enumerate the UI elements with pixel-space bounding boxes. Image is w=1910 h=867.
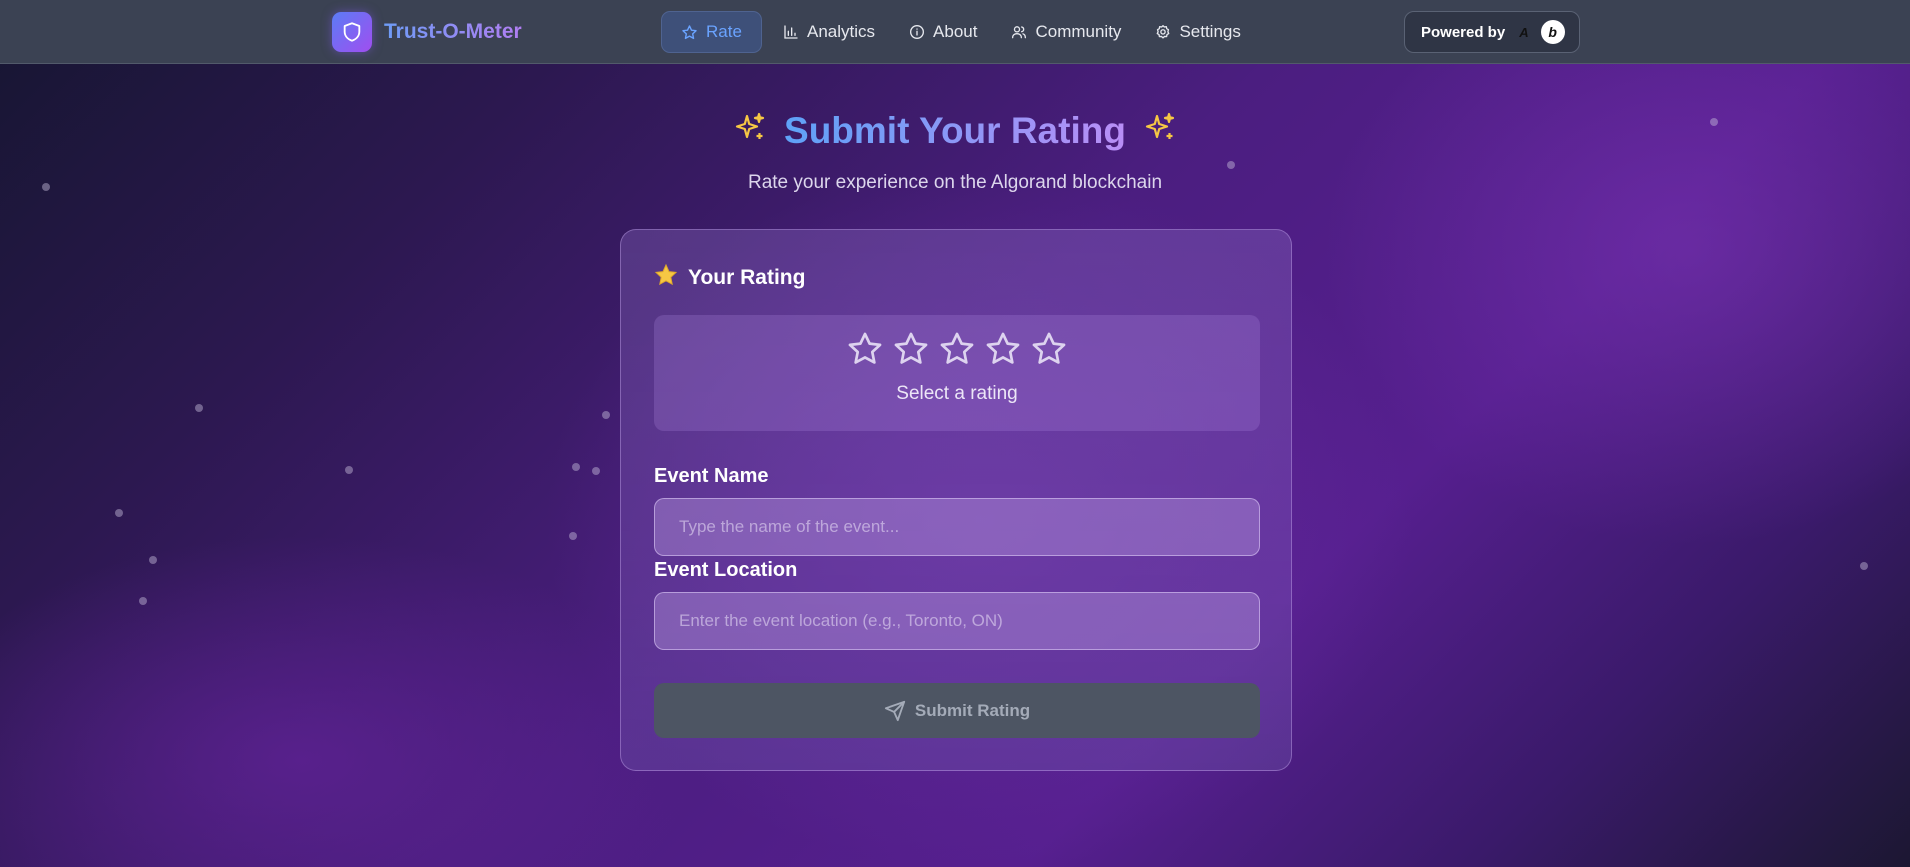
nav-label: About	[933, 22, 978, 41]
star-4-icon[interactable]	[984, 330, 1022, 368]
nav-item-settings[interactable]: Settings	[1138, 11, 1257, 53]
page-title: Submit Your Rating	[0, 108, 1910, 152]
nav-item-community[interactable]: Community	[994, 11, 1138, 53]
send-icon	[884, 700, 905, 721]
nav-label: Rate	[706, 22, 742, 41]
algorand-logo: A	[1519, 24, 1529, 40]
top-navigation-bar: Trust-O-Meter Rate Analytics About Commu…	[0, 0, 1910, 64]
your-rating-heading: Your Rating	[654, 263, 805, 293]
page-title-text: Submit Your Rating	[784, 110, 1126, 152]
b-logo: b	[1540, 20, 1565, 44]
bar-chart-icon	[784, 25, 798, 39]
powered-by-badge[interactable]: Powered by A b	[1404, 11, 1580, 53]
gear-icon	[1157, 25, 1170, 39]
star-rating-stars	[654, 330, 1260, 368]
background-particle	[1227, 161, 1235, 169]
shield-icon	[332, 12, 372, 52]
background-particle	[149, 556, 157, 564]
main-nav: Rate Analytics About Community Settings	[661, 11, 1258, 53]
event-location-input[interactable]	[654, 592, 1260, 650]
background-particle	[139, 597, 147, 605]
star-rating-widget: Select a rating	[654, 315, 1260, 431]
event-name-input[interactable]	[654, 498, 1260, 556]
page-subtitle: Rate your experience on the Algorand blo…	[747, 172, 1163, 193]
rating-form-card: Your Rating Select a rating Event Name E…	[620, 229, 1292, 771]
background-particle	[569, 532, 577, 540]
nav-item-analytics[interactable]: Analytics	[766, 11, 892, 53]
rating-hint: Select a rating	[896, 383, 1018, 404]
background-particle	[592, 467, 600, 475]
sparkle-icon	[1144, 110, 1176, 152]
nav-item-about[interactable]: About	[892, 11, 994, 53]
info-icon	[910, 25, 925, 39]
background-particle	[572, 463, 580, 471]
your-rating-label: Your Rating	[688, 266, 806, 289]
star-5-icon[interactable]	[1030, 330, 1068, 368]
background-particle	[115, 509, 123, 517]
users-icon	[1012, 26, 1027, 39]
background-particle	[195, 404, 203, 412]
nav-item-rate[interactable]: Rate	[661, 11, 762, 53]
star-2-icon[interactable]	[892, 330, 930, 368]
sparkle-icon	[734, 110, 766, 152]
event-location-label: Event Location	[654, 559, 798, 581]
brand[interactable]: Trust-O-Meter	[332, 12, 522, 52]
submit-rating-button[interactable]: Submit Rating	[654, 683, 1260, 738]
background-particle	[602, 411, 610, 419]
event-name-label: Event Name	[654, 465, 769, 487]
star-filled-icon	[654, 263, 678, 293]
star-1-icon[interactable]	[846, 330, 884, 368]
background-particle	[345, 466, 353, 474]
star-3-icon[interactable]	[938, 330, 976, 368]
nav-label: Settings	[1179, 22, 1241, 41]
brand-name: Trust-O-Meter	[384, 20, 522, 43]
background-particle	[1860, 562, 1868, 570]
nav-label: Community	[1035, 22, 1122, 41]
nav-label: Analytics	[807, 22, 876, 41]
powered-by-label: Powered by	[1421, 23, 1506, 41]
star-icon	[682, 24, 697, 39]
submit-rating-label: Submit Rating	[914, 700, 1031, 720]
